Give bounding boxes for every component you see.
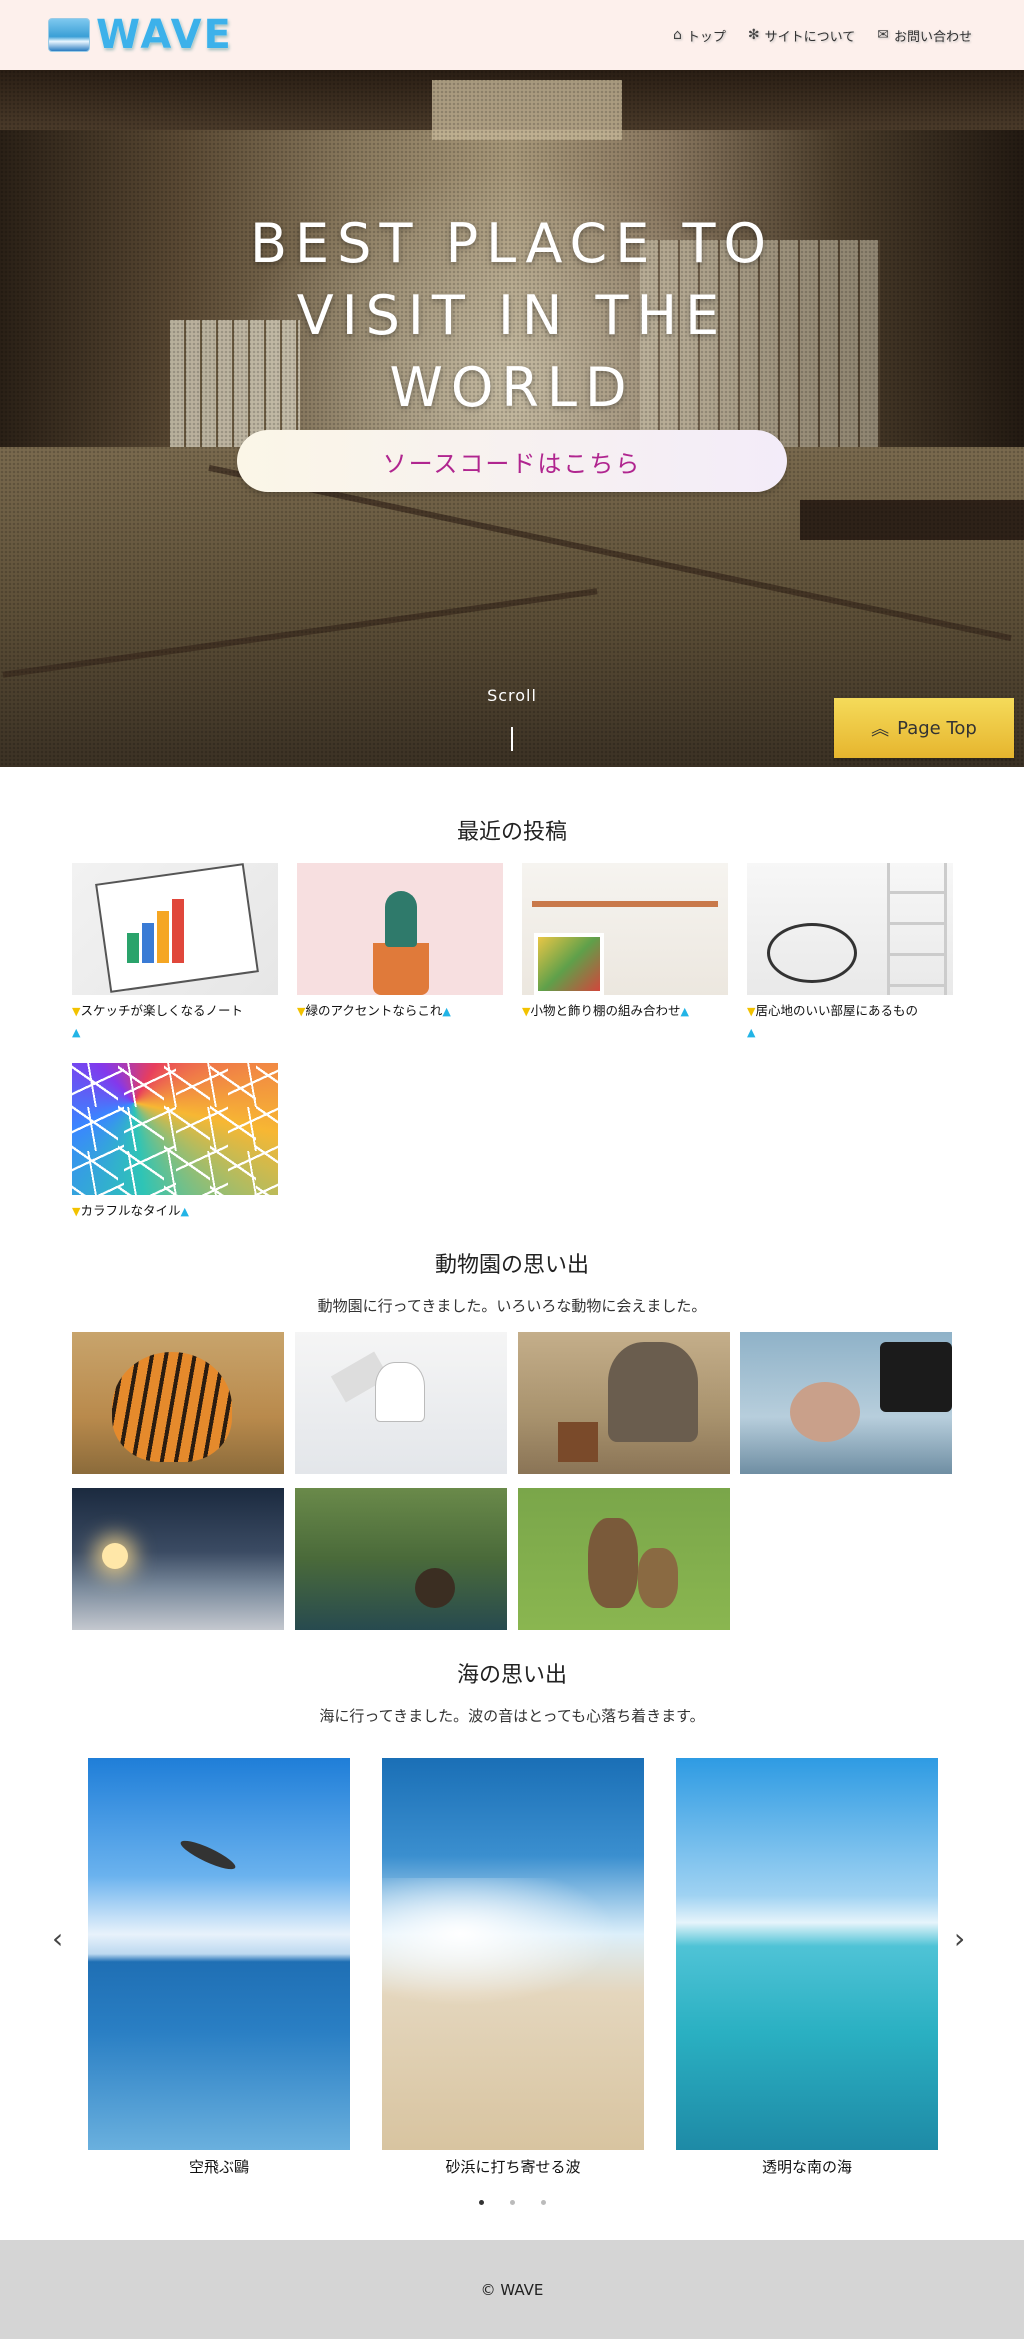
zoo-photo-bears[interactable]	[518, 1488, 730, 1630]
zoo-photo-tiger[interactable]	[72, 1332, 284, 1474]
logo-text: WAVE	[96, 12, 233, 58]
post-thumbnail	[72, 863, 278, 995]
double-chevron-up-icon: ︽	[871, 719, 890, 740]
copyright-text: © WAVE	[480, 2280, 544, 2299]
slide-image	[676, 1758, 938, 2150]
nav-about-label: サイトについて	[764, 29, 856, 45]
post-card[interactable]: ▼カラフルなタイル▲	[72, 1063, 278, 1222]
post-card[interactable]: ▼居心地のいい部屋にあるもの ▲	[747, 863, 953, 1043]
post-caption: ▼カラフルなタイル▲	[72, 1201, 278, 1222]
hero-title-line: BEST PLACE TO	[250, 212, 774, 275]
zoo-photo-elephant[interactable]	[518, 1332, 730, 1474]
info-icon: ✻	[747, 27, 760, 43]
post-thumbnail	[72, 1063, 278, 1195]
post-title: スケッチが楽しくなるノート	[80, 1003, 243, 1018]
carousel-prev-chevron-icon[interactable]: ‹	[52, 1922, 63, 1955]
zoo-title: 動物園の思い出	[434, 1253, 589, 1278]
zoo-subtitle: 動物園に行ってきました。いろいろな動物に会えました。	[317, 1297, 707, 1315]
scroll-indicator	[511, 727, 513, 751]
triangle-up-icon: ▲	[72, 1026, 81, 1039]
carousel-dot[interactable]	[540, 2200, 546, 2205]
nav-contact-label: お問い合わせ	[893, 29, 972, 45]
page-top-label: Page Top	[897, 717, 977, 739]
nav-contact[interactable]: ✉ お問い合わせ	[877, 26, 972, 45]
slide-caption: 空飛ぶ鷗	[188, 2158, 249, 2176]
hero-section: BEST PLACE TO VISIT IN THE WORLD ソースコードは…	[0, 70, 1024, 767]
triangle-up-icon: ▲	[442, 1005, 451, 1018]
post-title: 居心地のいい部屋にあるもの	[755, 1003, 918, 1018]
hero-title-line: WORLD	[389, 356, 635, 419]
post-caption: ▼居心地のいい部屋にあるもの ▲	[747, 1001, 953, 1043]
slide-caption: 透明な南の海	[761, 2158, 852, 2176]
recent-posts-title: 最近の投稿	[456, 820, 567, 845]
post-thumbnail	[747, 863, 953, 995]
slide-image	[88, 1758, 350, 2150]
post-title: カラフルなタイル	[80, 1203, 181, 1218]
home-icon: ⌂	[672, 27, 682, 43]
post-card[interactable]: ▼緑のアクセントならこれ▲	[297, 863, 503, 1022]
post-thumbnail	[522, 863, 728, 995]
zoo-photo-bear-swimming[interactable]	[295, 1488, 507, 1630]
triangle-up-icon: ▲	[180, 1205, 189, 1218]
hero-title: BEST PLACE TO VISIT IN THE WORLD	[0, 208, 1024, 424]
logo-wave-icon	[48, 18, 90, 52]
carousel-slide[interactable]: 透明な南の海	[676, 1758, 938, 2177]
sea-title: 海の思い出	[456, 1663, 567, 1688]
zoo-photo-cranes[interactable]	[295, 1332, 507, 1474]
post-title: 小物と飾り棚の組み合わせ	[530, 1003, 681, 1018]
carousel-slide[interactable]: 空飛ぶ鷗	[88, 1758, 350, 2177]
sea-subtitle: 海に行ってきました。波の音はとっても心落ち着きます。	[319, 1707, 705, 1725]
nav-top-label: トップ	[686, 29, 726, 45]
main-nav: ⌂ トップ ✻ サイトについて ✉ お問い合わせ	[673, 26, 972, 45]
logo[interactable]: WAVE	[48, 12, 233, 58]
triangle-up-icon: ▲	[747, 1026, 756, 1039]
slide-image	[382, 1758, 644, 2150]
carousel-dot[interactable]	[478, 2200, 484, 2205]
post-caption: ▼スケッチが楽しくなるノート ▲	[72, 1001, 278, 1043]
mail-icon: ✉	[877, 27, 889, 43]
site-footer: © WAVE	[0, 2240, 1024, 2339]
carousel-pagination	[0, 2200, 1024, 2205]
post-caption: ▼緑のアクセントならこれ▲	[297, 1001, 503, 1022]
nav-about[interactable]: ✻ サイトについて	[748, 26, 855, 45]
carousel-next-chevron-icon[interactable]: ›	[954, 1922, 965, 1955]
site-header: WAVE ⌂ トップ ✻ サイトについて ✉ お問い合わせ	[0, 0, 1024, 70]
post-caption: ▼小物と飾り棚の組み合わせ▲	[522, 1001, 728, 1022]
carousel-dot[interactable]	[509, 2200, 515, 2205]
post-title: 緑のアクセントならこれ	[305, 1003, 443, 1018]
post-card[interactable]: ▼小物と飾り棚の組み合わせ▲	[522, 863, 728, 1022]
zoo-photo-swans[interactable]	[72, 1488, 284, 1630]
carousel-slide[interactable]: 砂浜に打ち寄せる波	[382, 1758, 644, 2177]
zoo-photo-monkey[interactable]	[740, 1332, 952, 1474]
post-card[interactable]: ▼スケッチが楽しくなるノート ▲	[72, 863, 278, 1043]
triangle-up-icon: ▲	[680, 1005, 689, 1018]
post-thumbnail	[297, 863, 503, 995]
source-code-button[interactable]: ソースコードはこちら	[237, 430, 787, 492]
hero-title-line: VISIT IN THE	[296, 284, 728, 347]
nav-top[interactable]: ⌂ トップ	[673, 26, 726, 45]
page-top-button[interactable]: ︽ Page Top	[834, 698, 1014, 758]
slide-caption: 砂浜に打ち寄せる波	[445, 2158, 581, 2176]
